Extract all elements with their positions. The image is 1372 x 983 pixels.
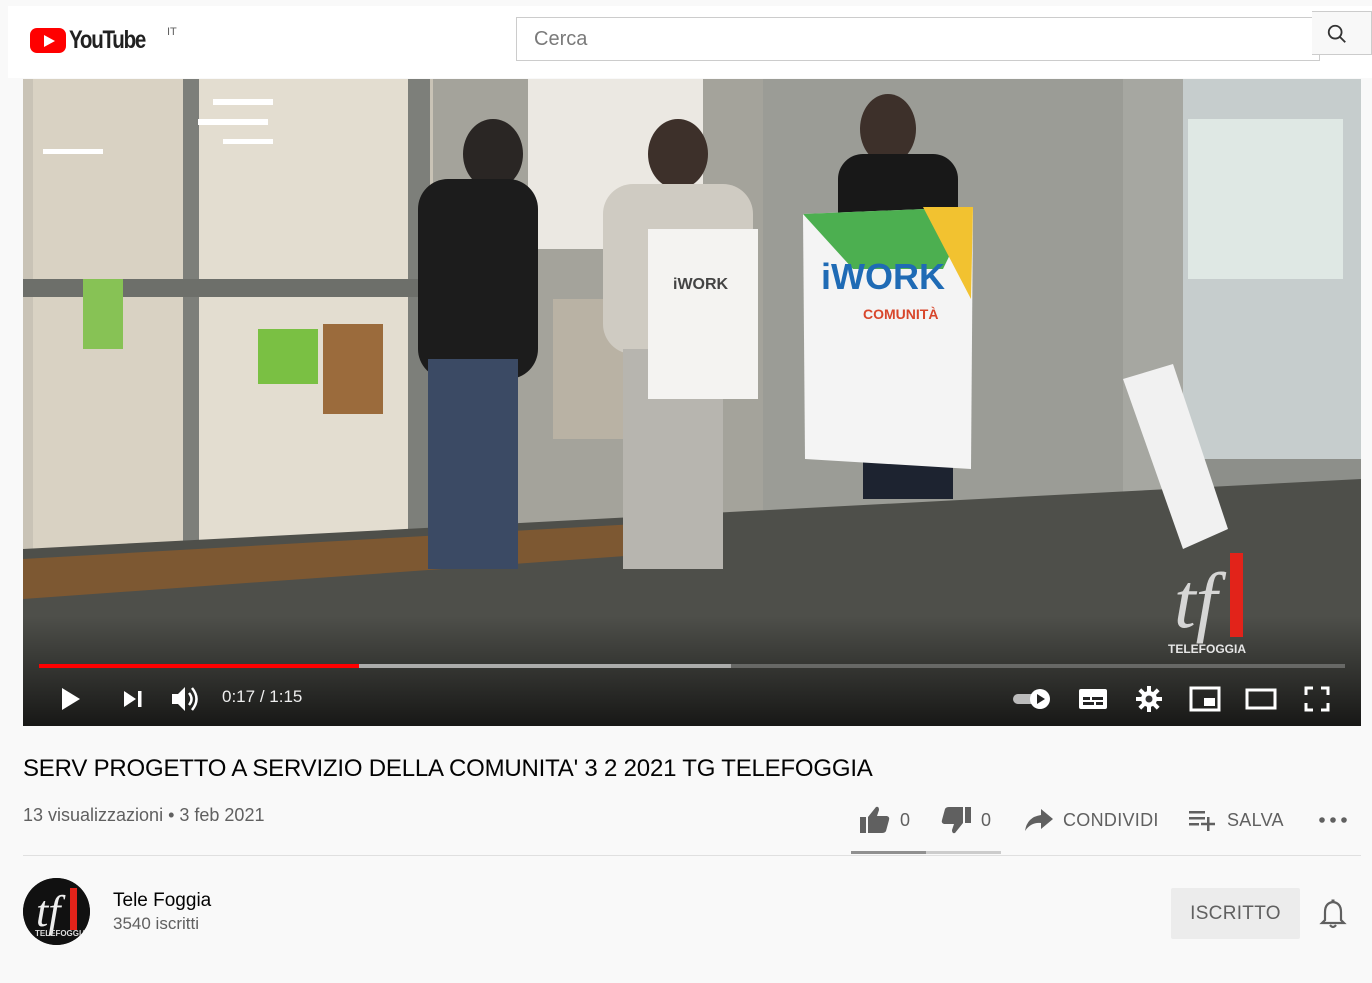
miniplayer-button[interactable] [1187,679,1223,719]
save-label: SALVA [1227,809,1284,830]
sentiment-bar [851,851,1001,854]
theater-icon [1245,688,1277,710]
view-count: 13 visualizzazioni [23,805,164,825]
sentiment-bar-likes [851,851,926,854]
play-button[interactable] [53,679,89,719]
volume-icon [172,687,198,711]
svg-text:tf: tf [1174,557,1227,644]
time-current: 0:17 [222,687,256,706]
video-title: SERV PROGETTO A SERVIZIO DELLA COMUNITA'… [23,755,873,782]
divider [23,855,1361,856]
svg-text:iWORK: iWORK [673,276,729,293]
autoplay-toggle[interactable] [1009,679,1055,719]
settings-button[interactable] [1131,679,1167,719]
progress-played [39,664,359,668]
play-icon [62,688,80,710]
thumbs-up-icon [860,806,890,833]
search-icon [1327,24,1346,43]
logo-wordmark: YouTube [69,25,146,54]
country-code: IT [167,26,177,38]
play-logo-icon [30,27,66,53]
avatar-label: TELEFOGGIA [35,929,87,938]
save-button[interactable]: SALVA [1187,800,1284,840]
fullscreen-icon [1304,686,1330,712]
subtitles-button[interactable] [1075,679,1111,719]
search-button[interactable] [1312,11,1372,55]
video-player[interactable]: iWORK iWORK COMUNITÀ tf TELEFOGGIA 0:17 … [23,79,1361,726]
gear-icon [1136,686,1162,712]
subscriber-count: 3540 iscritti [113,914,199,933]
channel-avatar[interactable]: tf TELEFOGGIA [23,878,90,945]
youtube-logo[interactable]: YouTube IT [30,25,177,54]
fullscreen-button[interactable] [1299,679,1335,719]
share-button[interactable]: CONDIVIDI [1023,800,1159,840]
more-horiz-icon [1319,817,1347,823]
share-label: CONDIVIDI [1063,809,1159,830]
volume-button[interactable] [168,679,204,719]
miniplayer-icon [1189,686,1221,712]
playlist-add-icon [1189,811,1215,831]
notification-bell-button[interactable] [1318,898,1348,930]
poster-subtext: COMUNITÀ [863,306,938,322]
dislike-button[interactable]: 0 [939,800,991,840]
dislike-count: 0 [981,809,992,830]
masthead: YouTube IT [8,6,1372,78]
thumbs-down-icon [941,807,971,834]
channel-watermark: tf TELEFOGGIA [1166,549,1256,659]
meta-separator: • [163,805,180,825]
poster-logo-text: iWORK [821,256,945,297]
like-count: 0 [900,809,911,830]
next-button[interactable] [115,679,151,719]
channel-logo-icon: tf TELEFOGGIA [23,878,90,945]
watermark-label: TELEFOGGIA [1168,642,1246,656]
subscribe-button[interactable]: ISCRITTO [1171,888,1300,939]
time-total: 1:15 [269,687,303,706]
time-separator: / [255,687,270,706]
video-meta: 13 visualizzazioni • 3 feb 2021 [23,805,264,826]
progress-bar[interactable] [39,664,1345,668]
skip-next-icon [124,691,142,707]
search-box [516,17,1320,61]
publish-date: 3 feb 2021 [179,805,265,825]
channel-name[interactable]: Tele Foggia [113,890,211,912]
search-input[interactable] [517,18,1319,60]
autoplay-icon [1013,689,1050,709]
more-actions-button[interactable] [1318,800,1348,840]
bell-icon [1319,899,1347,929]
like-button[interactable]: 0 [858,800,910,840]
time-display: 0:17 / 1:15 [222,687,302,707]
share-icon [1025,809,1053,831]
theater-mode-button[interactable] [1243,679,1279,719]
subtitles-icon [1079,689,1107,709]
